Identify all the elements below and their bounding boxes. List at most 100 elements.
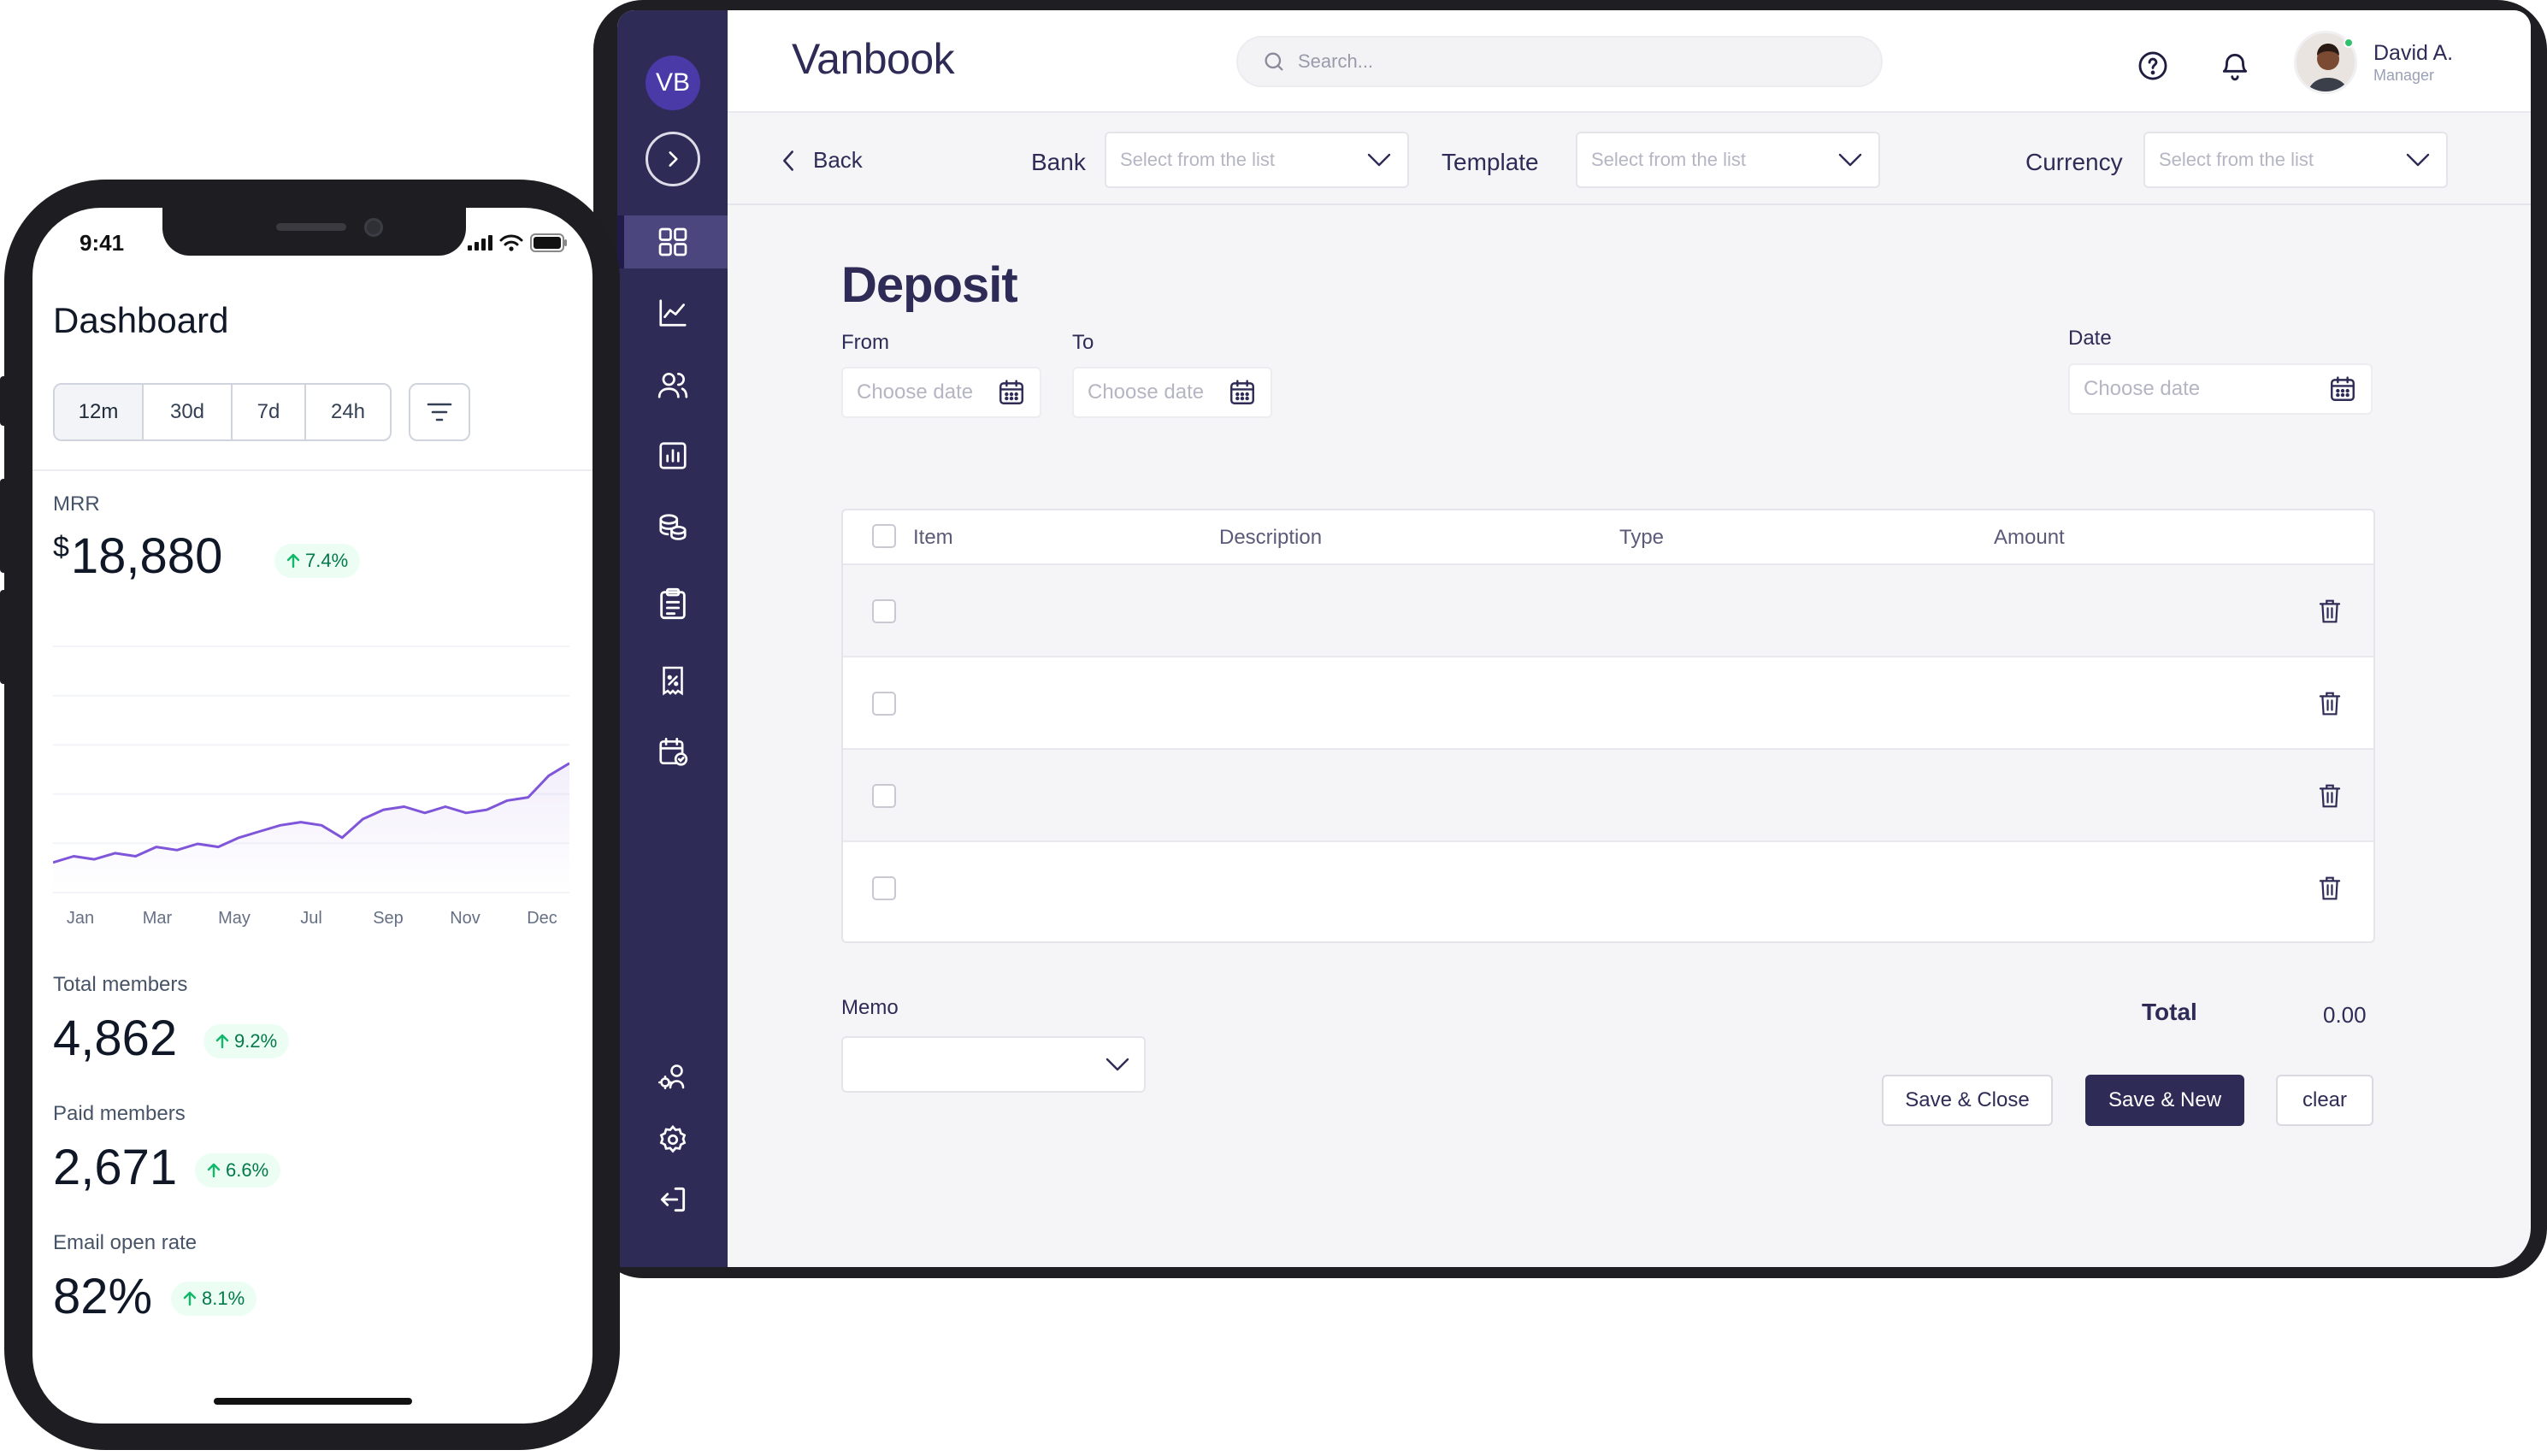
column-header-item: Item: [913, 526, 953, 549]
sidebar-item-user-settings[interactable]: [617, 1051, 728, 1104]
phone-camera: [364, 218, 383, 237]
from-date-input[interactable]: Choose date: [841, 367, 1041, 418]
bank-select[interactable]: Select from the list: [1105, 132, 1409, 188]
chevron-down-icon: [1838, 153, 1862, 167]
to-date-placeholder: Choose date: [1088, 380, 1205, 404]
row-checkbox[interactable]: [872, 876, 896, 900]
total-members-change: 9.2%: [234, 1030, 278, 1052]
row-checkbox[interactable]: [872, 692, 896, 716]
chevron-left-icon: [783, 150, 793, 171]
clear-button[interactable]: clear: [2276, 1075, 2373, 1126]
phone-screen: 9:41 Dashboard 12m 30d 7d 24h MRR $18,88…: [32, 208, 593, 1424]
sidebar-item-banking[interactable]: [617, 501, 728, 554]
filter-icon: [427, 403, 452, 421]
mrr-value: $18,880: [53, 528, 222, 585]
trash-icon[interactable]: [2317, 782, 2343, 810]
x-tick-label: Dec: [527, 909, 557, 928]
clipboard-icon: [659, 587, 686, 620]
user-gear-icon: [657, 1064, 684, 1090]
chevron-down-icon: [2406, 153, 2430, 167]
settings-icon: [659, 1124, 686, 1153]
to-date-input[interactable]: Choose date: [1072, 367, 1272, 418]
sidebar-item-documents[interactable]: [617, 577, 728, 630]
sidebar-item-reports[interactable]: [617, 429, 728, 482]
top-bar: Vanbook Search... David A. Manager: [728, 10, 2531, 113]
coins-icon: [658, 514, 687, 540]
paid-members-label: Paid members: [53, 1102, 186, 1125]
email-open-rate-change-badge: 8.1%: [171, 1282, 257, 1316]
memo-select[interactable]: [841, 1036, 1146, 1093]
table-row: [843, 750, 2373, 842]
search-input[interactable]: Search...: [1236, 36, 1883, 87]
column-header-description: Description: [1219, 526, 1323, 549]
help-icon: [2138, 51, 2167, 80]
sidebar: VB: [617, 10, 728, 1267]
tablet-screen: VB Vanbook Search... David A. Manager Ba…: [617, 10, 2531, 1267]
status-time: 9:41: [80, 230, 125, 256]
sidebar-expand-button[interactable]: [646, 132, 700, 186]
email-open-rate-value: 82%: [53, 1269, 153, 1324]
arrow-up-icon: [286, 553, 300, 569]
trash-icon[interactable]: [2317, 875, 2343, 902]
help-button[interactable]: [2136, 49, 2170, 83]
arrow-up-icon: [183, 1291, 197, 1306]
user-name: David A.: [2373, 41, 2454, 65]
battery-icon: [530, 233, 567, 252]
row-checkbox[interactable]: [872, 784, 896, 808]
logout-icon: [660, 1187, 685, 1212]
filter-button[interactable]: [409, 383, 470, 441]
grid-icon: [658, 227, 687, 256]
total-members-value: 4,862: [53, 1011, 178, 1066]
sidebar-item-receipts[interactable]: [617, 654, 728, 707]
column-header-type: Type: [1619, 526, 1665, 549]
workspace-avatar[interactable]: VB: [646, 56, 700, 110]
save-new-button[interactable]: Save & New: [2085, 1075, 2244, 1126]
x-tick-label: Jul: [300, 909, 322, 928]
back-button[interactable]: Back: [779, 147, 863, 174]
sidebar-item-settings[interactable]: [617, 1113, 728, 1166]
date-input[interactable]: Choose date: [2068, 363, 2373, 415]
mrr-area-chart: [53, 645, 569, 893]
sidebar-item-trends[interactable]: [617, 286, 728, 339]
template-select-placeholder: Select from the list: [1591, 149, 1746, 170]
x-tick-label: Sep: [373, 909, 404, 928]
mrr-amount: 18,880: [70, 528, 223, 584]
template-select[interactable]: Select from the list: [1576, 132, 1880, 188]
x-tick-label: Jan: [66, 909, 95, 928]
sidebar-item-dashboard[interactable]: [617, 215, 728, 268]
arrow-up-icon: [207, 1163, 221, 1178]
email-open-rate-change: 8.1%: [202, 1288, 245, 1309]
user-role: Manager: [2373, 67, 2435, 84]
dashboard-title: Dashboard: [53, 300, 229, 340]
total-members-label: Total members: [53, 973, 188, 996]
from-date-placeholder: Choose date: [857, 380, 974, 404]
mrr-label: MRR: [53, 492, 100, 516]
select-all-checkbox[interactable]: [872, 524, 896, 548]
sidebar-item-users[interactable]: [617, 358, 728, 411]
range-7d[interactable]: 7d: [233, 385, 306, 439]
sidebar-item-logout[interactable]: [617, 1173, 728, 1226]
wifi-icon: [499, 234, 523, 251]
to-label: To: [1072, 331, 1094, 354]
bank-select-placeholder: Select from the list: [1120, 149, 1275, 170]
row-checkbox[interactable]: [872, 599, 896, 623]
receipt-icon: [662, 666, 683, 696]
range-30d[interactable]: 30d: [144, 385, 233, 439]
notifications-button[interactable]: [2218, 49, 2252, 83]
trash-icon[interactable]: [2317, 690, 2343, 717]
table-header: Item Description Type Amount: [843, 510, 2373, 565]
calendar-check-icon: [658, 737, 687, 766]
sidebar-item-schedule[interactable]: [617, 726, 728, 779]
column-header-amount: Amount: [1994, 526, 2065, 549]
save-close-button[interactable]: Save & Close: [1882, 1075, 2053, 1126]
x-tick-label: May: [218, 909, 251, 928]
currency-select[interactable]: Select from the list: [2143, 132, 2448, 188]
range-24h[interactable]: 24h: [306, 385, 390, 439]
search-placeholder: Search...: [1298, 50, 1374, 72]
paid-members-change-badge: 6.6%: [195, 1153, 281, 1188]
brand-logo: Vanbook: [792, 35, 955, 83]
table-row: [843, 842, 2373, 934]
range-12m[interactable]: 12m: [55, 385, 144, 439]
phone-side-button: [0, 479, 9, 573]
trash-icon[interactable]: [2317, 598, 2343, 625]
